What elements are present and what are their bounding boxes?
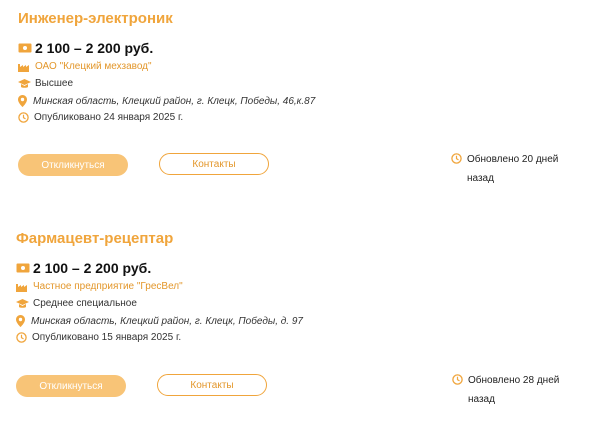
published-row: Опубликовано 24 января 2025 г. [18,112,183,123]
education-row: Среднее специальное [16,298,137,309]
company-link[interactable]: ОАО "Клецкий мехзавод" [35,61,152,72]
salary-row: 2 100 – 2 200 руб. [18,40,153,56]
education-level: Высшее [35,78,74,89]
updated-text: Обновлено 20 дней назад [467,154,559,184]
address-row: Минская область, Клецкий район, г. Клецк… [16,315,303,327]
respond-button[interactable]: Откликнуться [18,154,128,176]
vacancy-card: Инженер-электроник 2 100 – 2 200 руб. ОА… [0,10,590,210]
contacts-button[interactable]: Контакты [159,153,269,175]
company-row: ОАО "Клецкий мехзавод" [18,61,152,72]
published-date: Опубликовано 24 января 2025 г. [34,112,184,123]
banknote-icon [16,263,30,273]
updated-info: Обновлено 28 дней назад [452,371,578,409]
updated-text: Обновлено 28 дней назад [468,375,560,405]
map-pin-icon [16,315,25,327]
clock-icon [16,332,27,343]
salary-value: 2 100 – 2 200 руб. [33,260,152,276]
salary-value: 2 100 – 2 200 руб. [35,40,154,56]
factory-icon [16,282,27,292]
clock-icon [451,153,462,164]
company-link[interactable]: Частное предприятие "ГресВел" [33,281,183,292]
vacancy-card: Фармацевт-рецептар 2 100 – 2 200 руб. Ча… [0,230,590,430]
education-row: Высшее [18,78,73,89]
graduation-cap-icon [18,78,31,89]
banknote-icon [18,43,32,53]
published-date: Опубликовано 15 января 2025 г. [32,332,182,343]
map-pin-icon [18,95,27,107]
updated-info: Обновлено 20 дней назад [451,150,577,188]
education-level: Среднее специальное [33,298,137,309]
company-row: Частное предприятие "ГресВел" [16,281,183,292]
factory-icon [18,62,29,72]
vacancy-title[interactable]: Фармацевт-рецептар [16,230,173,247]
address: Минская область, Клецкий район, г. Клецк… [33,95,316,107]
clock-icon [452,374,463,385]
clock-icon [18,112,29,123]
vacancy-title[interactable]: Инженер-электроник [18,10,173,27]
respond-button[interactable]: Откликнуться [16,375,126,397]
contacts-button[interactable]: Контакты [157,374,267,396]
published-row: Опубликовано 15 января 2025 г. [16,332,181,343]
graduation-cap-icon [16,298,29,309]
address: Минская область, Клецкий район, г. Клецк… [31,315,303,327]
address-row: Минская область, Клецкий район, г. Клецк… [18,95,315,107]
salary-row: 2 100 – 2 200 руб. [16,260,151,276]
